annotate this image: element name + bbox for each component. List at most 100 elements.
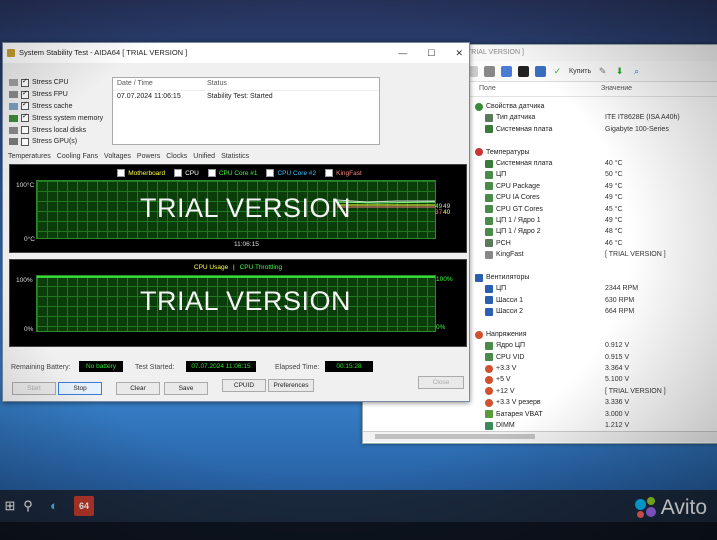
checkbox[interactable] [21,100,29,111]
sensor-row[interactable]: CPU Package 49 °C [475,181,717,192]
sensor-row[interactable]: ЦП 2344 RPM [475,283,717,294]
benchmark-icon[interactable] [518,65,529,77]
col-status[interactable]: Status [207,78,227,90]
sensor-row[interactable] [475,135,717,146]
report-icon[interactable] [484,65,495,77]
disk-icon [485,250,493,259]
sensor-row[interactable]: CPU VID 0.915 V [475,352,717,363]
start-menu-icon[interactable]: ⊞ [0,496,20,516]
stress-option[interactable]: Stress cache [9,100,103,113]
minimize-button[interactable]: — [398,43,407,63]
checkbox[interactable] [21,77,29,87]
remaining-battery-label: Remaining Battery: [11,364,71,371]
sensor-row[interactable]: CPU GT Cores 45 °C [475,204,717,215]
checkbox[interactable] [21,137,29,146]
sensor-row[interactable]: CPU IA Cores 49 °C [475,192,717,203]
close-button[interactable]: Close [418,376,464,389]
buy-button[interactable]: Купить [569,68,591,75]
maximize-button[interactable]: ☐ [427,43,435,63]
sensor-value [591,101,595,112]
col-date-time[interactable]: Date / Time [113,78,207,90]
tab-clocks[interactable]: Clocks [165,153,188,160]
sensor-row[interactable]: DIMM 1.212 V [475,420,717,431]
legend-item[interactable]: CPU Core #1 [205,169,257,177]
buy-icon[interactable]: ✓ [552,66,563,77]
sensor-row[interactable]: +3.3 V резерв 3.336 V [475,397,717,408]
stress-option[interactable]: Stress CPU [9,77,103,89]
download-icon[interactable]: ⬇ [614,66,625,77]
close-window-button[interactable]: ✕ [455,43,463,63]
tab-unified[interactable]: Unified [192,153,216,160]
sensor-row[interactable]: KingFast [ TRIAL VERSION ] [475,249,717,260]
cpu-usage-graph: CPU Usage | CPU Throttling 100% 0% 100% … [9,259,467,347]
stress-option[interactable]: Stress FPU [9,89,103,101]
sensor-row[interactable]: +12 V [ TRIAL VERSION ] [475,386,717,397]
stress-option-label: Stress CPU [32,79,69,87]
tab-voltages[interactable]: Voltages [103,153,132,160]
legend-checkbox[interactable] [207,169,216,177]
stress-option-label: Stress local disks [32,126,87,134]
sensor-row[interactable] [475,317,717,328]
checkbox[interactable] [21,89,29,99]
legend-item[interactable]: CPU Core #2 [263,169,316,177]
aida64-taskbar-icon[interactable]: 64 [74,496,94,516]
checkbox[interactable] [21,112,29,123]
sensor-row[interactable]: ЦП 50 °C [475,169,717,180]
legend-item[interactable]: Motherboard [114,169,165,177]
user-icon[interactable] [501,65,512,77]
col-value[interactable]: Значение [601,82,632,96]
legend-checkbox[interactable] [174,169,183,177]
sensor-label: Тип датчика [496,114,536,122]
tab-cooling-fans[interactable]: Cooling Fans [56,153,99,160]
monitor-icon[interactable] [535,65,546,77]
sensor-group[interactable]: Температуры [475,147,717,158]
tools-icon[interactable]: ✎ [597,66,608,77]
stop-button[interactable]: Stop [58,382,102,395]
sensor-row[interactable]: Шасси 2 664 RPM [475,306,717,317]
sensor-row[interactable]: ЦП 1 / Ядро 2 48 °C [475,226,717,237]
stress-option-label: Stress FPU [32,91,68,99]
board-icon [485,159,493,168]
sensor-row[interactable]: ЦП 1 / Ядро 1 49 °C [475,215,717,226]
save-button[interactable]: Save [164,382,208,395]
checkbox[interactable] [21,126,29,135]
legend-item[interactable]: CPU [171,169,199,177]
tab-temperatures[interactable]: Temperatures [7,153,52,160]
sensor-row[interactable]: Ядро ЦП 0.912 V [475,340,717,351]
search-icon[interactable]: ⚲ [18,496,38,516]
sensor-group[interactable]: Свойства датчика [475,101,717,112]
hardware-icon [9,138,18,146]
sensor-value: 49 °C [605,216,623,224]
sensor-row[interactable]: Системная плата Gigabyte 100-Series [475,124,717,135]
legend-checkbox[interactable] [117,169,126,177]
sensor-list: Свойства датчика Тип датчика ITE IT8628E (… [475,101,717,443]
sensor-row[interactable]: Тип датчика ITE IT8628E (ISA A40h) [475,112,717,123]
clear-button[interactable]: Clear [116,382,160,395]
start-button[interactable]: Start [12,382,56,395]
sensor-row[interactable]: Шасси 1 630 RPM [475,295,717,306]
stress-option[interactable]: Stress local disks [9,124,103,136]
sensor-group[interactable]: Напряжения [475,329,717,340]
cpuid-button[interactable]: CPUID [222,379,266,392]
window-title: System Stability Test - AIDA64 [ TRIAL V… [19,48,188,57]
edge-browser-icon[interactable]: ◐ [44,496,64,516]
sensor-row[interactable]: Батарея VBAT 3.000 V [475,409,717,420]
avito-watermark: Avito [634,496,707,520]
sensor-row[interactable] [475,260,717,271]
tab-powers[interactable]: Powers [136,153,161,160]
legend-checkbox[interactable] [325,169,334,177]
tab-statistics[interactable]: Statistics [220,153,250,160]
stress-option[interactable]: Stress GPU(s) [9,136,103,148]
search-icon[interactable]: ⌕ [631,66,642,77]
sensor-row[interactable]: Системная плата 40 °C [475,158,717,169]
horizontal-scrollbar[interactable] [363,431,717,442]
sensor-row[interactable]: +5 V 5.100 V [475,374,717,385]
sensor-row[interactable]: PCH 46 °C [475,238,717,249]
sensor-row[interactable]: +3.3 V 3.364 V [475,363,717,374]
sensor-label: PCH [496,239,511,247]
preferences-button[interactable]: Preferences [268,379,314,392]
sensor-group[interactable]: Вентиляторы [475,272,717,283]
stress-option[interactable]: Stress system memory [9,112,103,124]
legend-checkbox[interactable] [266,169,275,177]
legend-item[interactable]: KingFast [322,169,362,177]
